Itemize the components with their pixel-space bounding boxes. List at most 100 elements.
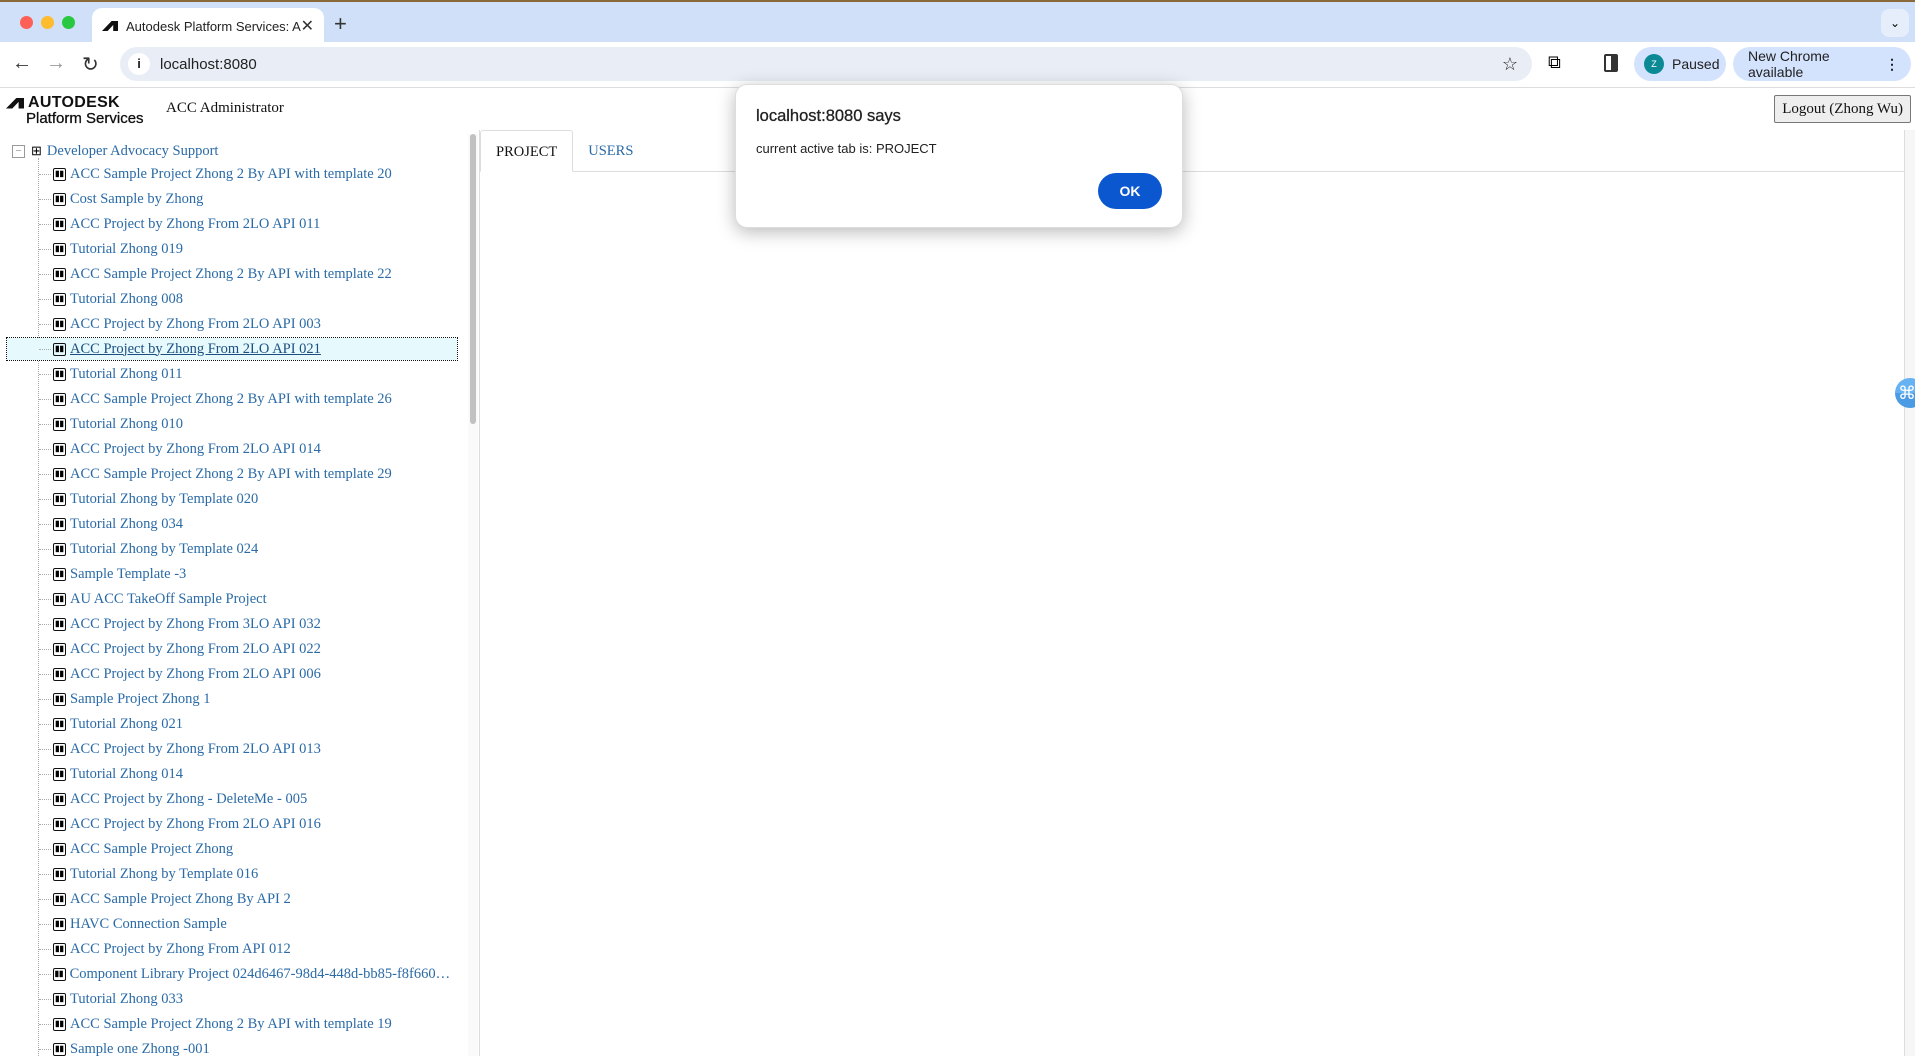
more-menu-icon[interactable]: ⋮ bbox=[1885, 56, 1899, 73]
tree-item[interactable]: ▮▮ ACC Project by Zhong From 2LO API 014 bbox=[7, 438, 457, 460]
hub-label[interactable]: Developer Advocacy Support bbox=[47, 143, 219, 160]
tree-scrollbar[interactable] bbox=[468, 134, 478, 1056]
tree-item-label[interactable]: Tutorial Zhong by Template 020 bbox=[70, 491, 258, 508]
close-window-button[interactable] bbox=[20, 16, 33, 29]
tree-item[interactable]: ▮▮ Sample Template -3 bbox=[7, 563, 457, 585]
tree-item[interactable]: ▮▮ ACC Sample Project Zhong bbox=[7, 838, 457, 860]
minimize-window-button[interactable] bbox=[41, 16, 54, 29]
tree-item-label[interactable]: ACC Sample Project Zhong 2 By API with t… bbox=[70, 1016, 392, 1033]
tree-item-label[interactable]: Tutorial Zhong 008 bbox=[70, 291, 183, 308]
tree-item[interactable]: ▮▮ ACC Project by Zhong From 2LO API 003 bbox=[7, 313, 457, 335]
tree-item[interactable]: ▮▮ ACC Sample Project Zhong 2 By API with… bbox=[7, 163, 457, 185]
tree-item[interactable]: ▮▮ Component Library Project 024d6467-98d… bbox=[7, 963, 457, 985]
tree-item-label[interactable]: ACC Project by Zhong From API 012 bbox=[70, 941, 291, 958]
tree-item-label[interactable]: ACC Project by Zhong From 2LO API 003 bbox=[70, 316, 321, 333]
tree-item-label[interactable]: ACC Project by Zhong From 2LO API 021 bbox=[70, 341, 321, 358]
tree-item[interactable]: ▮▮ Tutorial Zhong by Template 020 bbox=[7, 488, 457, 510]
tree-item-label[interactable]: ACC Project by Zhong - DeleteMe - 005 bbox=[70, 791, 307, 808]
tree-item[interactable]: ▮▮ Sample Project Zhong 1 bbox=[7, 688, 457, 710]
tab-search-chevron-icon[interactable]: ⌄ bbox=[1881, 9, 1909, 37]
maximize-window-button[interactable] bbox=[62, 16, 75, 29]
tree-item-label[interactable]: AU ACC TakeOff Sample Project bbox=[70, 591, 267, 608]
tree-item[interactable]: ▮▮ ACC Project by Zhong From 2LO API 011 bbox=[7, 213, 457, 235]
tree-item[interactable]: ▮▮ Tutorial Zhong 019 bbox=[7, 238, 457, 260]
tree-item-label[interactable]: Tutorial Zhong 033 bbox=[70, 991, 183, 1008]
tree-item[interactable]: ▮▮ ACC Project by Zhong From 2LO API 006 bbox=[7, 663, 457, 685]
tree-item[interactable]: ▮▮ ACC Project by Zhong From API 012 bbox=[7, 938, 457, 960]
tree-item-label[interactable]: ACC Sample Project Zhong bbox=[70, 841, 233, 858]
tree-item[interactable]: ▮▮ Tutorial Zhong 011 bbox=[7, 363, 457, 385]
tree-item-label[interactable]: ACC Project by Zhong From 2LO API 016 bbox=[70, 816, 321, 833]
tree-item-label[interactable]: Cost Sample by Zhong bbox=[70, 191, 203, 208]
tree-item-label[interactable]: ACC Project by Zhong From 2LO API 013 bbox=[70, 741, 321, 758]
tree-item[interactable]: ▮▮ Tutorial Zhong by Template 016 bbox=[7, 863, 457, 885]
tree-item[interactable]: ▮▮ Cost Sample by Zhong bbox=[7, 188, 457, 210]
tab-users[interactable]: USERS bbox=[573, 130, 648, 171]
tree-item-label[interactable]: Tutorial Zhong 010 bbox=[70, 416, 183, 433]
tree-item-label[interactable]: ACC Project by Zhong From 2LO API 014 bbox=[70, 441, 321, 458]
tree-item-label[interactable]: Tutorial Zhong by Template 016 bbox=[70, 866, 258, 883]
tree-item-label[interactable]: ACC Sample Project Zhong By API 2 bbox=[70, 891, 291, 908]
tree-item[interactable]: ▮▮ ACC Sample Project Zhong 2 By API with… bbox=[7, 1013, 457, 1035]
tree-root[interactable]: − ⊞ Developer Advocacy Support bbox=[12, 141, 218, 161]
tree-item-label[interactable]: Component Library Project 024d6467-98d4-… bbox=[70, 966, 457, 983]
tree-item-label[interactable]: Sample Template -3 bbox=[70, 566, 186, 583]
tree-item[interactable]: ▮▮ Tutorial Zhong 014 bbox=[7, 763, 457, 785]
tree-item-label[interactable]: Tutorial Zhong by Template 024 bbox=[70, 541, 258, 558]
close-tab-icon[interactable]: ✕ bbox=[301, 16, 314, 36]
tree-item-label[interactable]: ACC Project by Zhong From 2LO API 006 bbox=[70, 666, 321, 683]
tree-item-label[interactable]: ACC Sample Project Zhong 2 By API with t… bbox=[70, 391, 392, 408]
tree-item[interactable]: ▮▮ ACC Project by Zhong From 2LO API 022 bbox=[7, 638, 457, 660]
tree-item-label[interactable]: ACC Sample Project Zhong 2 By API with t… bbox=[70, 166, 392, 183]
tree-item[interactable]: ▮▮ ACC Sample Project Zhong By API 2 bbox=[7, 888, 457, 910]
tree-item-label[interactable]: Tutorial Zhong 021 bbox=[70, 716, 183, 733]
tree-item-label[interactable]: ACC Project by Zhong From 2LO API 022 bbox=[70, 641, 321, 658]
tree-item-label[interactable]: Sample one Zhong -001 bbox=[70, 1041, 210, 1056]
collapse-icon[interactable]: − bbox=[12, 144, 25, 158]
tab-project[interactable]: PROJECT bbox=[480, 130, 574, 172]
ok-button[interactable]: OK bbox=[1098, 173, 1162, 209]
tree-item[interactable]: ▮▮ ACC Sample Project Zhong 2 By API with… bbox=[7, 263, 457, 285]
tree-item[interactable]: ▮▮ Sample one Zhong -001 bbox=[7, 1038, 457, 1056]
url-text[interactable]: localhost:8080 bbox=[160, 56, 257, 73]
tree-item[interactable]: ▮▮ Tutorial Zhong 033 bbox=[7, 988, 457, 1010]
tree-item[interactable]: ▮▮ Tutorial Zhong 008 bbox=[7, 288, 457, 310]
forward-icon[interactable]: → bbox=[46, 52, 66, 75]
tree-item-label[interactable]: Tutorial Zhong 019 bbox=[70, 241, 183, 258]
tree-item[interactable]: ▮▮ ACC Project by Zhong From 2LO API 016 bbox=[7, 813, 457, 835]
new-tab-button[interactable]: + bbox=[334, 11, 347, 37]
reload-icon[interactable]: ↻ bbox=[82, 52, 99, 77]
side-panel-icon[interactable] bbox=[1604, 54, 1618, 72]
tree-item[interactable]: ▮▮ ACC Sample Project Zhong 2 By API with… bbox=[7, 463, 457, 485]
page-scrollbar[interactable] bbox=[1904, 130, 1915, 1056]
bookmark-star-icon[interactable]: ☆ bbox=[1502, 54, 1518, 75]
tree-item-label[interactable]: Tutorial Zhong 011 bbox=[70, 366, 183, 383]
tree-item-label[interactable]: ACC Project by Zhong From 2LO API 011 bbox=[70, 216, 320, 233]
tree-item-label[interactable]: HAVC Connection Sample bbox=[70, 916, 227, 933]
tree-item-label[interactable]: ACC Sample Project Zhong 2 By API with t… bbox=[70, 466, 392, 483]
browser-tab[interactable]: Autodesk Platform Services: ACC Administ… bbox=[92, 8, 324, 44]
tree-item[interactable]: ▮▮ ACC Sample Project Zhong 2 By API with… bbox=[7, 388, 457, 410]
tree-item[interactable]: ▮▮ Tutorial Zhong by Template 024 bbox=[7, 538, 457, 560]
site-info-icon[interactable]: i bbox=[128, 53, 150, 75]
tree-item[interactable]: ▮▮ ACC Project by Zhong From 2LO API 021 bbox=[6, 337, 458, 361]
tree-item-label[interactable]: Sample Project Zhong 1 bbox=[70, 691, 211, 708]
tree-item-label[interactable]: ACC Project by Zhong From 3LO API 032 bbox=[70, 616, 321, 633]
tree-item[interactable]: ▮▮ ACC Project by Zhong From 2LO API 013 bbox=[7, 738, 457, 760]
back-icon[interactable]: ← bbox=[12, 52, 32, 75]
tree-item[interactable]: ▮▮ Tutorial Zhong 010 bbox=[7, 413, 457, 435]
tree-item[interactable]: ▮▮ HAVC Connection Sample bbox=[7, 913, 457, 935]
update-chrome-button[interactable]: New Chrome available ⋮ bbox=[1733, 47, 1911, 81]
tree-item-label[interactable]: Tutorial Zhong 034 bbox=[70, 516, 183, 533]
tree-item-label[interactable]: Tutorial Zhong 014 bbox=[70, 766, 183, 783]
tree-item[interactable]: ▮▮ Tutorial Zhong 021 bbox=[7, 713, 457, 735]
tree-item-label[interactable]: ACC Sample Project Zhong 2 By API with t… bbox=[70, 266, 392, 283]
tree-item[interactable]: ▮▮ AU ACC TakeOff Sample Project bbox=[7, 588, 457, 610]
extensions-icon[interactable]: ⧉ bbox=[1548, 52, 1561, 73]
tree-item[interactable]: ▮▮ ACC Project by Zhong - DeleteMe - 005 bbox=[7, 788, 457, 810]
address-bar[interactable]: i localhost:8080 ☆ bbox=[120, 47, 1532, 81]
profile-button[interactable]: Z Paused bbox=[1634, 47, 1726, 81]
tree-item[interactable]: ▮▮ Tutorial Zhong 034 bbox=[7, 513, 457, 535]
scrollbar-thumb[interactable] bbox=[470, 134, 476, 424]
logout-button[interactable]: Logout (Zhong Wu) bbox=[1774, 95, 1911, 123]
